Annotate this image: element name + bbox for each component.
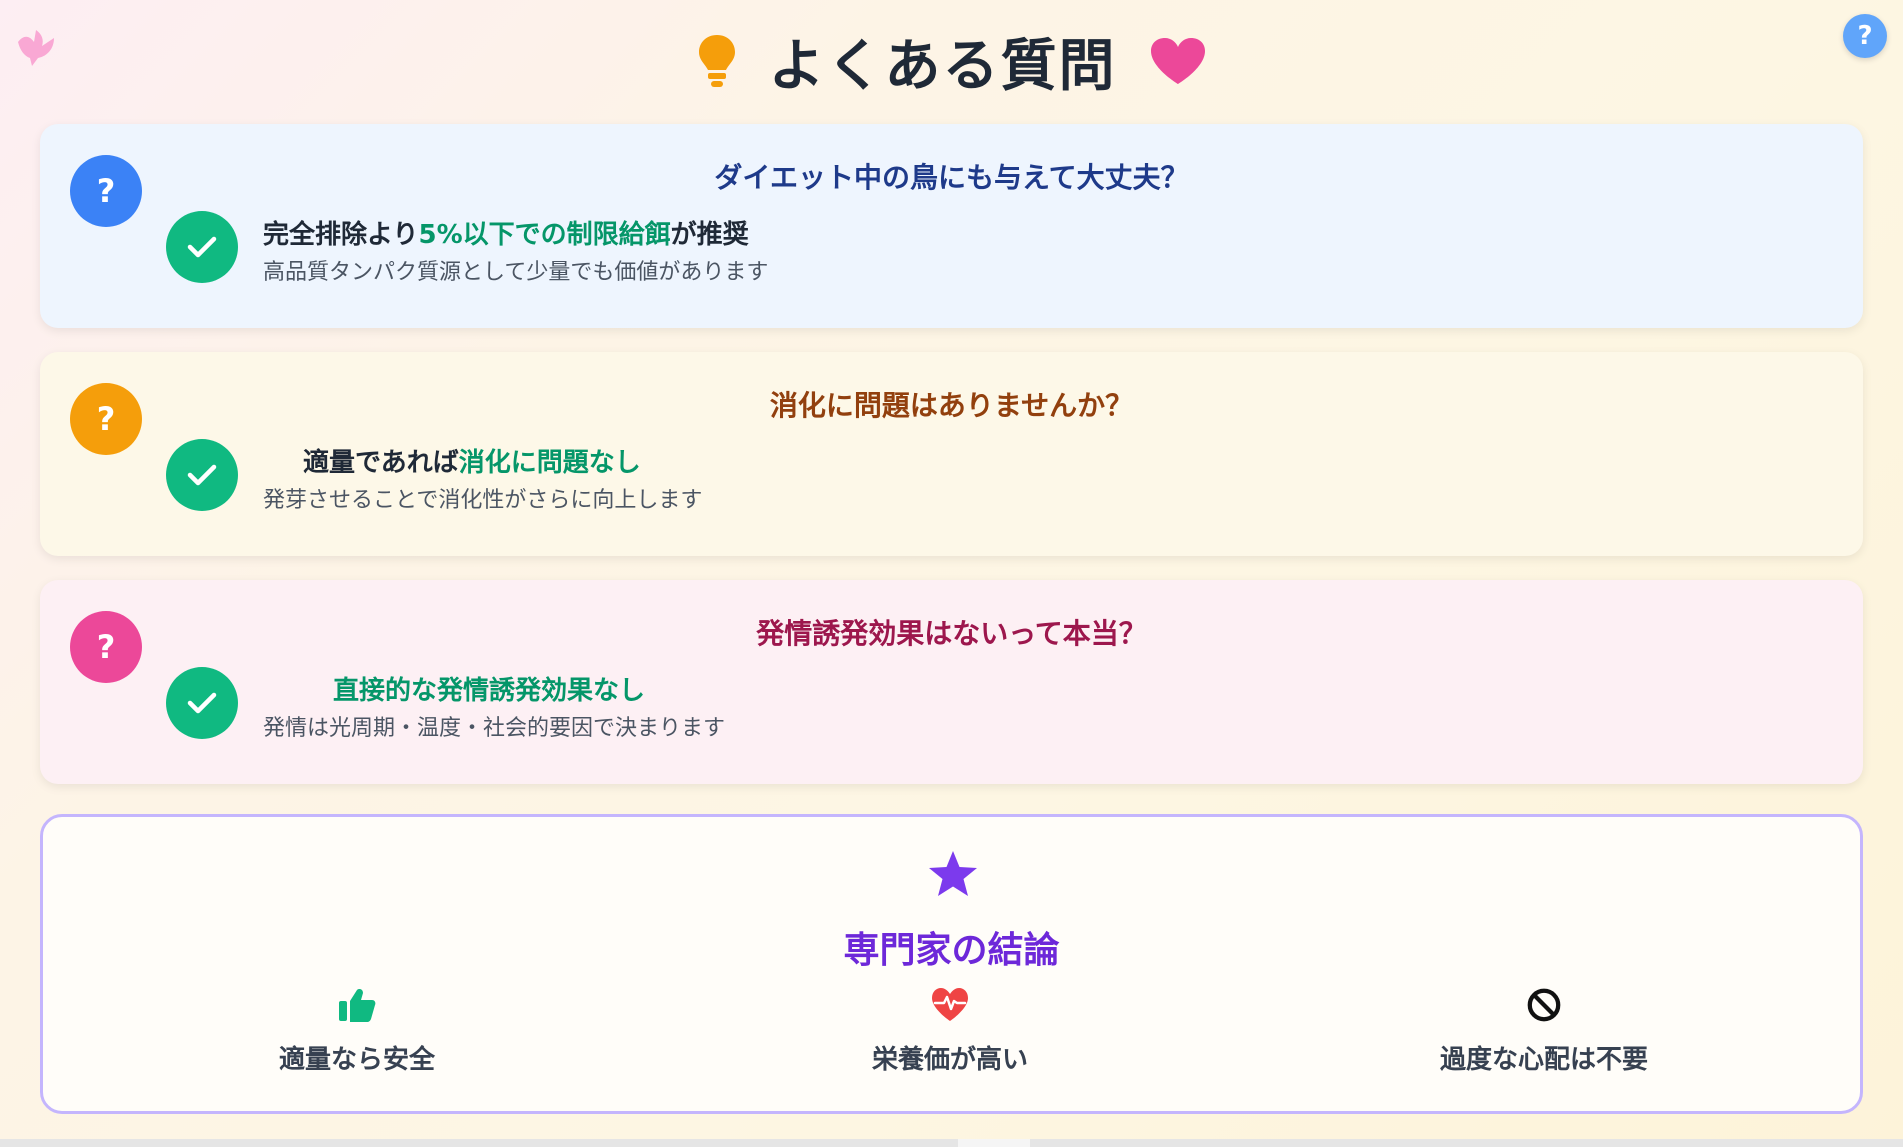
conclusion-label: 過度な心配は不要 (1439, 1045, 1648, 1075)
faq-detail: 発芽させることで消化性がさらに向上します (263, 488, 703, 513)
check-icon (166, 667, 238, 739)
heartbeat-icon (932, 988, 968, 1021)
faq-card-digestion: ? 消化に問題はありませんか？ 適量であれば消化に問題なし 発芽させることで消化… (40, 352, 1863, 556)
faq-question: 消化に問題はありませんか？ (769, 389, 1134, 422)
faq-detail: 高品質タンパク質源として少量でも価値があります (263, 260, 769, 285)
lightbulb-icon (698, 35, 735, 87)
thumbs-up-icon (339, 989, 376, 1022)
heart-icon (1150, 38, 1205, 84)
faq-question: ダイエット中の鳥にも与えて大丈夫？ (714, 161, 1189, 194)
faq-card-diet: ? ダイエット中の鳥にも与えて大丈夫？ 完全排除より5%以下での制限給餌が推奨 … (40, 124, 1863, 328)
check-icon (166, 211, 238, 283)
conclusion-title: 専門家の結論 (843, 930, 1060, 971)
expert-conclusion-panel: 専門家の結論 適量なら安全 栄養価が高い 過度な心配は不要 (40, 814, 1863, 1114)
faq-answer: 完全排除より5%以下での制限給餌が推奨 (263, 220, 749, 250)
conclusion-item-no-worry: 過度な心配は不要 (1394, 987, 1694, 1076)
faq-card-breeding: ? 発情誘発効果はないって本当？ 直接的な発情誘発効果なし 発情は光周期・温度・… (40, 580, 1863, 784)
check-icon (166, 439, 238, 511)
star-icon (929, 851, 977, 896)
horizontal-scrollbar[interactable] (0, 1139, 1903, 1147)
faq-question: 発情誘発効果はないって本当？ (756, 617, 1147, 650)
conclusion-item-nutrition: 栄養価が高い (800, 987, 1100, 1076)
scrollbar-thumb[interactable] (958, 1139, 1030, 1147)
faq-detail: 発情は光周期・温度・社会的要因で決まります (263, 716, 726, 741)
conclusion-label: 適量なら安全 (278, 1045, 435, 1075)
page-title: よくある質問 (768, 33, 1117, 99)
page-header: よくある質問 (0, 26, 1903, 99)
faq-answer: 直接的な発情誘発効果なし (333, 676, 646, 706)
faq-answer: 適量であれば消化に問題なし (303, 448, 641, 478)
conclusion-label: 栄養価が高い (871, 1045, 1028, 1075)
ban-icon (1527, 988, 1561, 1022)
conclusion-item-safe: 適量なら安全 (207, 987, 507, 1076)
